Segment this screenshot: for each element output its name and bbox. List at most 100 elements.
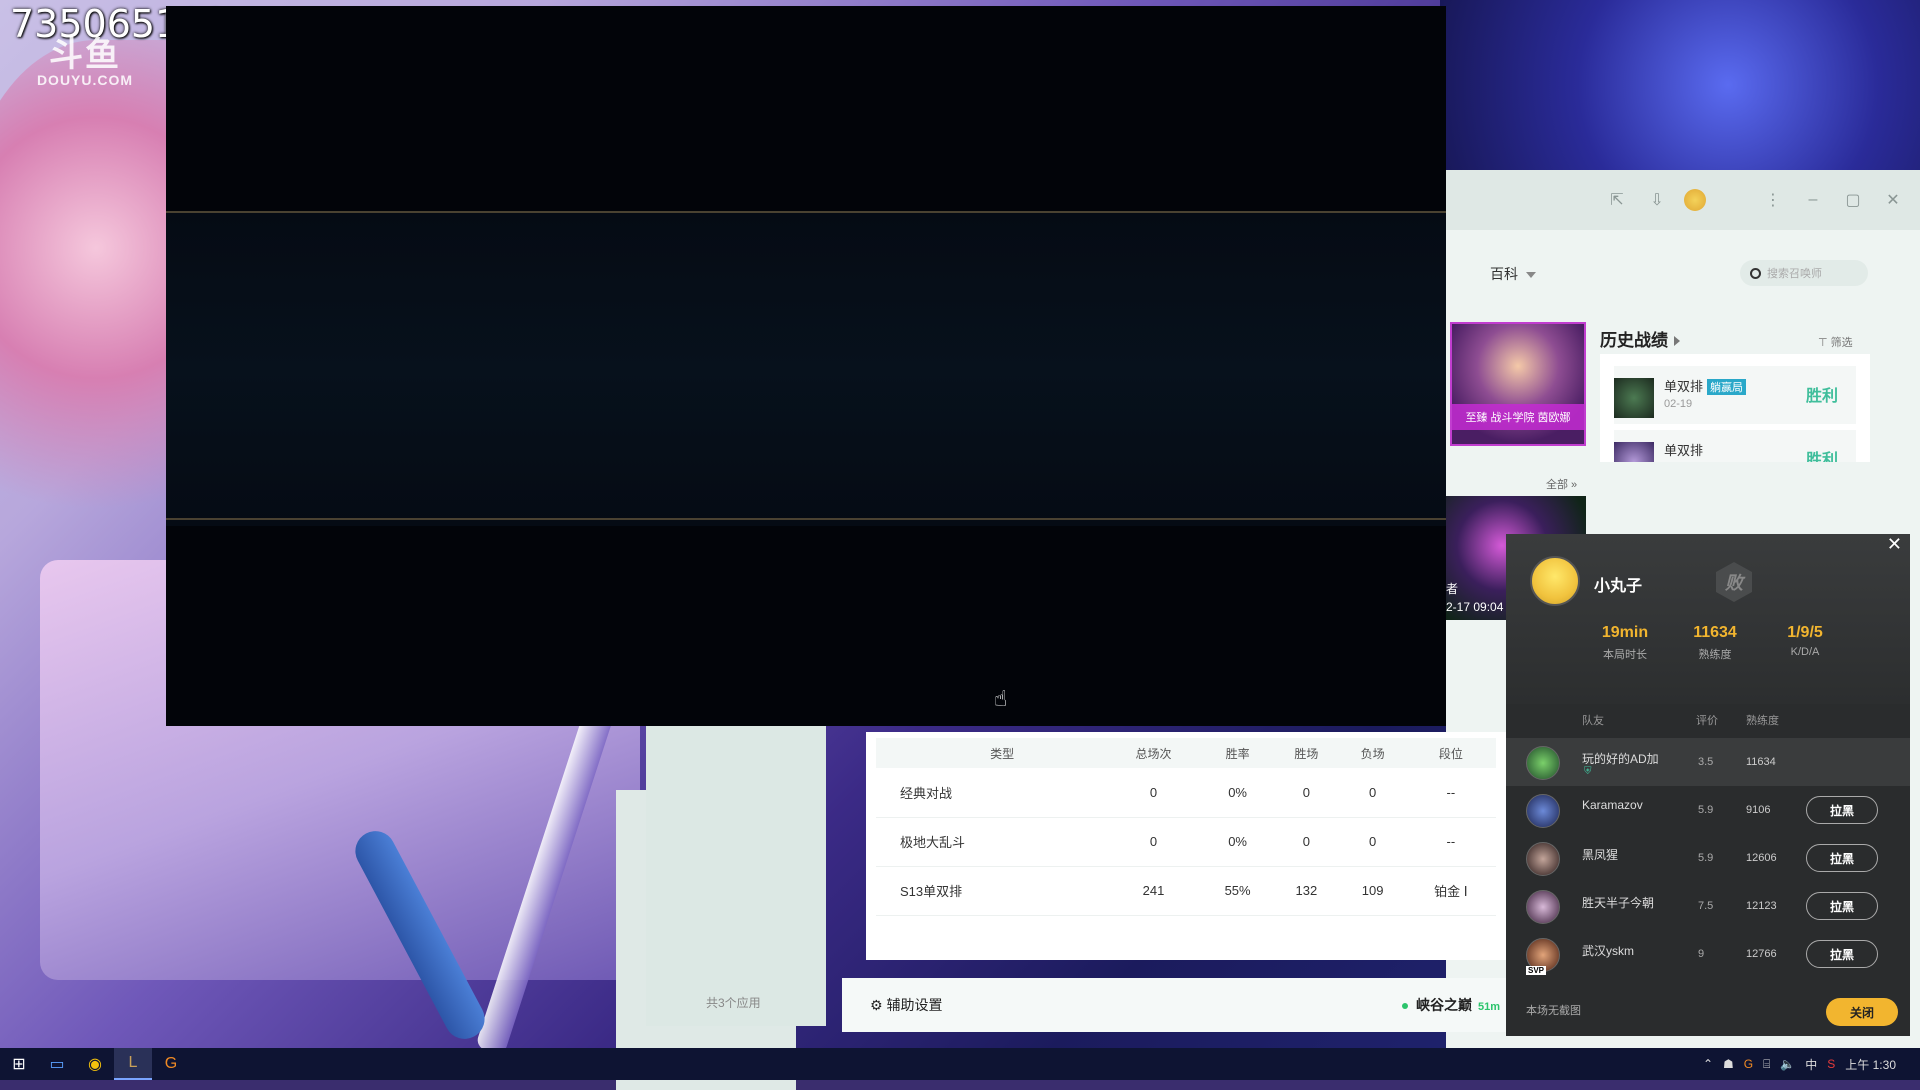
col-header: 胜率 [1201, 738, 1274, 768]
teammate-proficiency: 12766 [1746, 948, 1777, 960]
defeat-badge: 败 [1716, 562, 1752, 602]
system-tray: ⌃ ☗ G ⌸ 🔈 中 S 上午 1:30 [1703, 1048, 1896, 1080]
history-title[interactable]: 历史战绩 [1600, 326, 1680, 351]
history-row[interactable]: 单双排 躺赢局 02-19 胜利 [1614, 366, 1856, 424]
history-row[interactable]: 单双排 02-19 胜利 [1614, 430, 1856, 462]
teammate-name: Karamazov [1582, 798, 1643, 812]
stat-label: 本局时长 [1603, 649, 1647, 661]
svp-badge-icon: SVP [1526, 966, 1547, 975]
game-window[interactable]: ☝ [166, 6, 1446, 726]
rank-stats-panel: 类型 总场次 胜率 胜场 负场 段位 经典对战 0 0% 0 0 -- 极地大乱… [866, 732, 1506, 960]
block-button[interactable]: 拉黑 [1806, 892, 1878, 920]
stat-label: K/D/A [1790, 646, 1820, 658]
game-window-divider [166, 211, 1446, 213]
tab-baike[interactable]: 百科 [1490, 264, 1536, 284]
block-button[interactable]: 拉黑 [1806, 796, 1878, 824]
filter-label: 筛选 [1830, 337, 1853, 349]
close-icon[interactable]: ✕ [1887, 534, 1902, 555]
download-icon[interactable]: ⇩ [1644, 187, 1670, 213]
maximize-icon[interactable]: ▢ [1840, 187, 1866, 213]
avatar [1526, 794, 1560, 828]
user-avatar[interactable] [1684, 189, 1706, 211]
ime-indicator[interactable]: 中 [1805, 1056, 1817, 1073]
stat-proficiency: 11634 熟练度 [1670, 624, 1760, 662]
champion-skin-card[interactable]: 至臻 战斗学院 茵欧娜 [1450, 322, 1586, 446]
col-header: 段位 [1405, 738, 1496, 768]
client-titlebar: ⇱ ⇩ ⋮ – ▢ ✕ [1446, 170, 1920, 230]
col-header: 负场 [1339, 738, 1406, 768]
block-button[interactable]: 拉黑 [1806, 940, 1878, 968]
tab-baike-label: 百科 [1490, 266, 1518, 282]
stat-duration: 19min 本局时长 [1580, 624, 1670, 662]
filter-button[interactable]: ⊤ 筛选 [1818, 334, 1853, 350]
rank-stats-table: 类型 总场次 胜率 胜场 负场 段位 经典对战 0 0% 0 0 -- 极地大乱… [876, 738, 1496, 916]
stat-value: 11634 [1693, 624, 1737, 641]
teammate-rating: 9 [1698, 948, 1705, 960]
volume-icon[interactable]: 🔈 [1780, 1057, 1795, 1071]
table-cell: -- [1405, 817, 1496, 867]
teammate-row: 黑凤猩 5.9 12606 拉黑 [1506, 834, 1910, 882]
champion-icon [1614, 442, 1654, 462]
close-button[interactable]: 关闭 [1826, 998, 1898, 1026]
teammate-proficiency: 9106 [1746, 804, 1771, 816]
table-cell: 0 [1273, 768, 1340, 818]
table-cell: 0% [1201, 768, 1274, 818]
stat-value: 1/9/5 [1787, 624, 1823, 641]
close-icon[interactable]: ✕ [1880, 187, 1906, 213]
teammate-proficiency: 12123 [1746, 900, 1777, 912]
online-dot-icon [1402, 1003, 1408, 1010]
teammate-rating: 7.5 [1698, 900, 1714, 912]
client-bottom-bar: ⚙ 辅助设置 峡谷之巅 51m [842, 978, 1512, 1032]
share-icon[interactable]: ⇱ [1604, 187, 1630, 213]
table-cell: 极地大乱斗 [876, 817, 1106, 867]
block-button[interactable]: 拉黑 [1806, 844, 1878, 872]
wallpaper-art [1440, 0, 1920, 170]
video-time: 2-17 09:04 [1446, 600, 1504, 614]
shield-icon: ⛨ [1584, 766, 1592, 777]
table-cell: 241 [1105, 866, 1202, 916]
table-cell: S13单双排 [876, 866, 1106, 916]
table-cell: 经典对战 [876, 768, 1106, 818]
stat-value: 19min [1601, 624, 1649, 641]
chevron-up-icon[interactable]: ⌃ [1703, 1057, 1713, 1071]
teammate-name: 胜天半子今朝 [1582, 896, 1655, 910]
chrome-icon[interactable]: ◉ [76, 1048, 114, 1080]
app-tray-icon[interactable]: ☗ [1723, 1057, 1734, 1071]
teammate-rating: 5.9 [1698, 852, 1714, 864]
app-count-label: 共3个应用 [706, 996, 761, 1010]
history-result: 胜利 [1805, 388, 1838, 405]
search-placeholder: 搜索召唤师 [1767, 268, 1822, 280]
teammate-name: 玩的好的AD加 [1582, 752, 1659, 766]
minimize-icon[interactable]: – [1800, 187, 1826, 213]
wegame-icon[interactable]: G [152, 1048, 190, 1080]
table-cell: 铂金 Ⅰ [1405, 866, 1496, 916]
teammate-proficiency: 11634 [1746, 756, 1776, 768]
douyu-watermark-logo: 斗鱼 DOUYU.COM [30, 38, 140, 88]
assist-settings-button[interactable]: ⚙ 辅助设置 [870, 995, 942, 1015]
all-link[interactable]: 全部 » [1546, 476, 1577, 492]
douyu-logo-glyph: 斗鱼 [49, 36, 121, 74]
teammate-proficiency: 12606 [1746, 852, 1777, 864]
avatar [1526, 842, 1560, 876]
post-game-popup: ✕ 小丸子 败 19min 本局时长 11634 熟练度 1/9/5 K/D/A… [1506, 534, 1910, 1036]
more-menu-icon[interactable]: ⋮ [1760, 187, 1786, 213]
server-ping: 51m [1478, 1001, 1501, 1013]
assist-settings-label: 辅助设置 [886, 997, 943, 1013]
app-list-panel: 共3个应用 [646, 726, 826, 1026]
wegame-tray-icon[interactable]: G [1744, 1057, 1753, 1071]
col-header: 总场次 [1105, 738, 1202, 768]
table-row: 极地大乱斗 0 0% 0 0 -- [876, 817, 1496, 867]
windows-taskbar: ⊞ ▭ ◉ L G ⌃ ☗ G ⌸ 🔈 中 S 上午 1:30 [0, 1048, 1920, 1080]
summoner-search-input[interactable]: 搜索召唤师 [1740, 260, 1868, 286]
sogou-icon[interactable]: S [1827, 1057, 1835, 1071]
server-status[interactable]: 峡谷之巅 51m [1402, 995, 1500, 1015]
game-window-band [166, 212, 1446, 526]
server-name: 峡谷之巅 [1416, 997, 1472, 1013]
desktop-app-icon[interactable]: ▭ [38, 1048, 76, 1080]
teammate-row: 胜天半子今朝 7.5 12123 拉黑 [1506, 882, 1910, 930]
league-client-icon[interactable]: L [114, 1048, 152, 1080]
windows-start-icon[interactable]: ⊞ [0, 1048, 38, 1080]
network-icon[interactable]: ⌸ [1763, 1057, 1770, 1072]
history-mode-label: 单双排 [1664, 379, 1704, 394]
clock[interactable]: 上午 1:30 [1845, 1056, 1896, 1073]
